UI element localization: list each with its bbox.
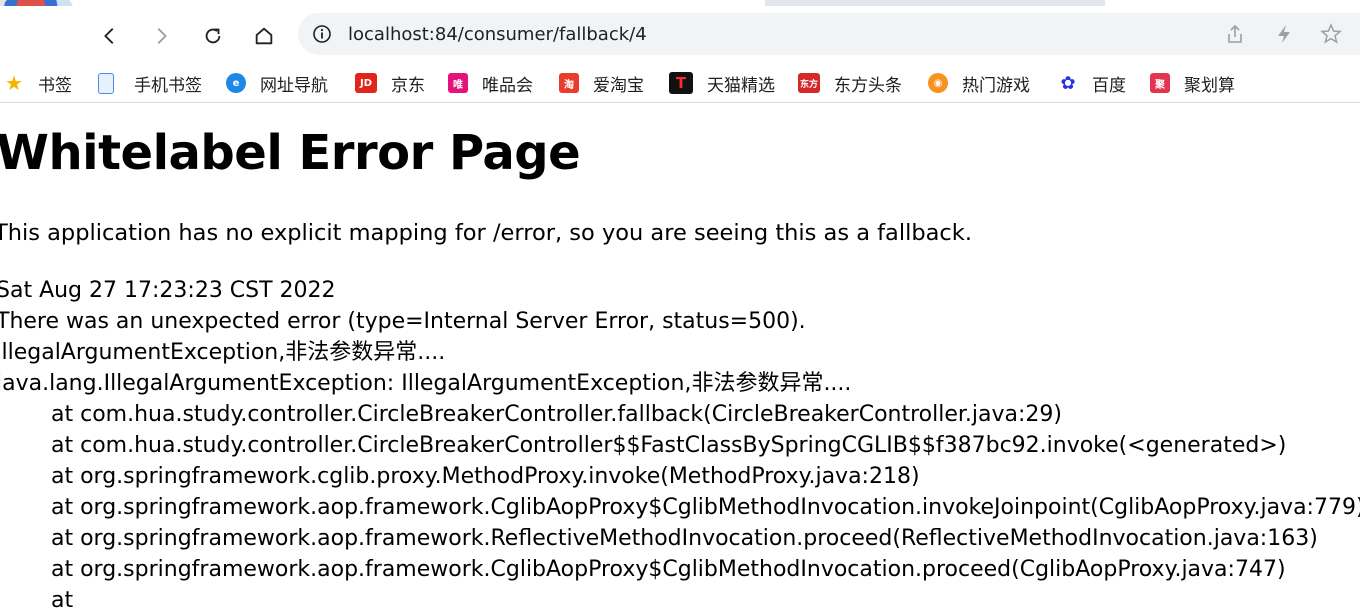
exception-line: java.lang.IllegalArgumentException: Ille… <box>0 371 852 396</box>
bookmark-label: 京东 <box>391 75 425 96</box>
error-description: This application has no explicit mapping… <box>0 220 972 246</box>
bookmark-label: 书签 <box>38 75 72 96</box>
error-timestamp: Sat Aug 27 17:23:23 CST 2022 <box>0 278 336 303</box>
game-icon: ◉ <box>928 73 948 93</box>
home-button[interactable] <box>250 22 278 50</box>
stack-frame: at com.hua.study.controller.CircleBreake… <box>51 433 1287 458</box>
page-content: Whitelabel Error Page This application h… <box>0 103 1360 616</box>
stack-frame: at com.hua.study.controller.CircleBreake… <box>51 402 1062 427</box>
chevron-right-icon <box>157 28 167 44</box>
bookmark-label: 百度 <box>1092 75 1126 96</box>
jd-icon: JD <box>355 73 377 93</box>
stack-frame: at org.springframework.aop.framework.Cgl… <box>51 557 1286 582</box>
bookmark-label: 手机书签 <box>134 75 202 96</box>
bookmark-label: 网址导航 <box>260 75 328 96</box>
bookmark-label: 爱淘宝 <box>593 75 644 96</box>
bookmarks-bar: ★ 书签 手机书签 e 网址导航 JD 京东 唯 唯品会 淘 爱淘宝 T 天猫精… <box>0 64 1360 103</box>
stack-frame: at org.springframework.aop.framework.Cgl… <box>51 495 1360 520</box>
stack-frame: at <box>51 588 74 613</box>
juhuasuan-icon: 聚 <box>1150 73 1170 93</box>
chevron-left-icon <box>104 28 114 44</box>
bookmark-item[interactable]: 东方 东方头条 <box>798 72 902 96</box>
error-message: IllegalArgumentException,非法参数异常.... <box>0 340 446 365</box>
bookmark-item[interactable]: 淘 爱淘宝 <box>559 72 644 96</box>
home-icon <box>255 27 273 45</box>
reload-button[interactable] <box>199 22 227 50</box>
bookmark-item[interactable]: JD 京东 <box>355 72 425 96</box>
dftt-icon: 东方 <box>798 73 820 93</box>
browser-toolbar: localhost:84/consumer/fallback/4 <box>0 6 1360 64</box>
taobao-icon: 淘 <box>559 73 579 93</box>
stack-frame: at org.springframework.aop.framework.Ref… <box>51 526 1318 551</box>
url-text[interactable]: localhost:84/consumer/fallback/4 <box>348 24 647 45</box>
ie-icon: e <box>226 73 246 93</box>
tmall-icon: T <box>669 72 693 94</box>
bookmark-label: 唯品会 <box>482 75 533 96</box>
phone-bookmark-icon <box>98 72 114 94</box>
error-details: Sat Aug 27 17:23:23 CST 2022 There was a… <box>0 275 1360 616</box>
bookmark-item[interactable]: 手机书签 <box>98 72 202 96</box>
bookmark-label: 热门游戏 <box>962 75 1030 96</box>
star-outline-icon[interactable] <box>1320 23 1342 45</box>
bookmark-label: 天猫精选 <box>707 75 775 96</box>
baidu-icon: ✿ <box>1060 72 1076 94</box>
bookmark-item[interactable]: ◉ 热门游戏 <box>928 72 1030 96</box>
back-button[interactable] <box>96 22 124 50</box>
bookmark-item[interactable]: e 网址导航 <box>226 72 328 96</box>
address-bar[interactable]: localhost:84/consumer/fallback/4 <box>298 13 1360 55</box>
error-status-line: There was an unexpected error (type=Inte… <box>0 309 806 334</box>
bookmark-item[interactable]: 聚 聚划算 <box>1150 72 1235 96</box>
vip-icon: 唯 <box>448 73 468 93</box>
bookmark-item[interactable]: 唯 唯品会 <box>448 72 533 96</box>
share-icon[interactable] <box>1224 23 1246 45</box>
reload-icon <box>205 28 221 44</box>
bookmark-label: 东方头条 <box>834 75 902 96</box>
page-title: Whitelabel Error Page <box>0 125 581 181</box>
forward-button[interactable] <box>147 22 175 50</box>
bookmark-item[interactable]: T 天猫精选 <box>669 72 775 96</box>
stack-frame: at org.springframework.cglib.proxy.Metho… <box>51 464 920 489</box>
bookmark-item[interactable]: ★ 书签 <box>4 71 72 96</box>
star-icon: ★ <box>5 71 23 95</box>
info-icon[interactable] <box>312 24 332 44</box>
bookmark-label: 聚划算 <box>1184 75 1235 96</box>
bookmark-item[interactable]: ✿ 百度 <box>1058 72 1126 96</box>
lightning-icon[interactable] <box>1273 23 1295 45</box>
